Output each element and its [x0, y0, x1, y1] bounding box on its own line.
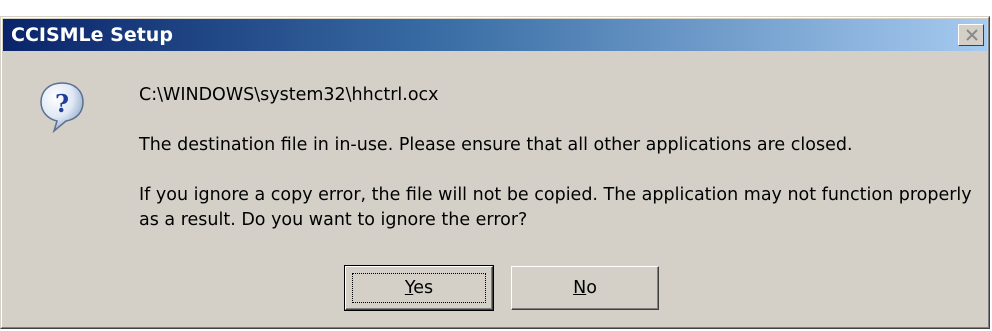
dialog-frame	[1, 17, 989, 328]
yes-button-label: Yes	[405, 278, 433, 298]
no-label-rest: o	[586, 278, 597, 298]
no-button-label: No	[573, 278, 597, 298]
yes-button[interactable]: Yes	[344, 265, 494, 311]
question-icon: ?	[39, 81, 85, 134]
ignore-error-prompt: If you ignore a copy error, the file wil…	[139, 185, 972, 230]
svg-text:?: ?	[55, 89, 69, 118]
no-button[interactable]: No	[511, 266, 659, 310]
yes-mnemonic: Y	[404, 278, 414, 298]
setup-dialog: CCISMLe Setup ? C:\WINDOWS\system32\hhct…	[0, 16, 990, 329]
file-path-text: C:\WINDOWS\system32\hhctrl.ocx	[139, 85, 439, 105]
destination-in-use-text: The destination file in in-use. Please e…	[139, 135, 853, 155]
no-mnemonic: N	[573, 278, 587, 298]
yes-label-rest: es	[413, 278, 434, 298]
close-button[interactable]	[958, 24, 984, 46]
title-bar[interactable]: CCISMLe Setup	[3, 19, 987, 51]
window-title: CCISMLe Setup	[11, 24, 173, 46]
close-icon	[966, 29, 978, 41]
